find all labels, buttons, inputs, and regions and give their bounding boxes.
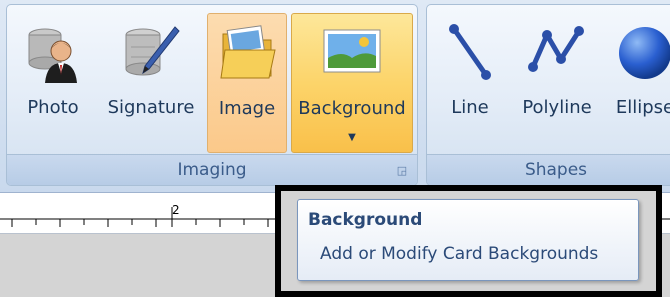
image-button-label: Image <box>218 98 276 119</box>
line-button-label: Line <box>451 97 489 118</box>
tooltip-title: Background <box>308 210 423 230</box>
line-button[interactable]: Line <box>435 13 505 153</box>
image-button[interactable]: Image <box>207 13 287 153</box>
ribbon: Photo Signature Image Background ▼ Imagi… <box>0 0 670 193</box>
polyline-button-label: Polyline <box>522 97 592 118</box>
ruler-mark: 2 <box>172 203 180 217</box>
landscape-image-icon <box>320 20 384 90</box>
background-button-label: Background <box>298 98 406 119</box>
photo-button-label: Photo <box>27 97 79 118</box>
ellipse-button[interactable]: Ellipse <box>609 13 670 153</box>
user-photo-icon <box>23 19 83 89</box>
dropdown-arrow-icon: ▼ <box>348 132 356 143</box>
tooltip-highlight-frame: Background Add or Modify Card Background… <box>275 185 662 297</box>
shapes-group: Line Polyline Ellipse Shapes <box>426 4 670 186</box>
signature-pen-icon <box>119 19 183 89</box>
line-icon <box>440 19 500 89</box>
ellipse-icon <box>615 19 670 89</box>
imaging-group: Photo Signature Image Background ▼ Imagi… <box>6 4 418 186</box>
background-button[interactable]: Background ▼ <box>291 13 413 153</box>
folder-image-icon <box>217 20 277 90</box>
dialog-launcher-icon[interactable]: ◲ <box>395 164 409 178</box>
polyline-icon <box>525 19 589 89</box>
photo-button[interactable]: Photo <box>13 13 93 153</box>
tooltip: Background Add or Modify Card Background… <box>297 199 639 281</box>
tooltip-description: Add or Modify Card Backgrounds <box>320 244 599 264</box>
signature-button-label: Signature <box>107 97 195 118</box>
imaging-group-label: Imaging <box>7 154 417 185</box>
polyline-button[interactable]: Polyline <box>509 13 605 153</box>
shapes-group-label: Shapes <box>427 154 670 185</box>
ellipse-button-label: Ellipse <box>615 97 670 118</box>
signature-button[interactable]: Signature <box>99 13 203 153</box>
